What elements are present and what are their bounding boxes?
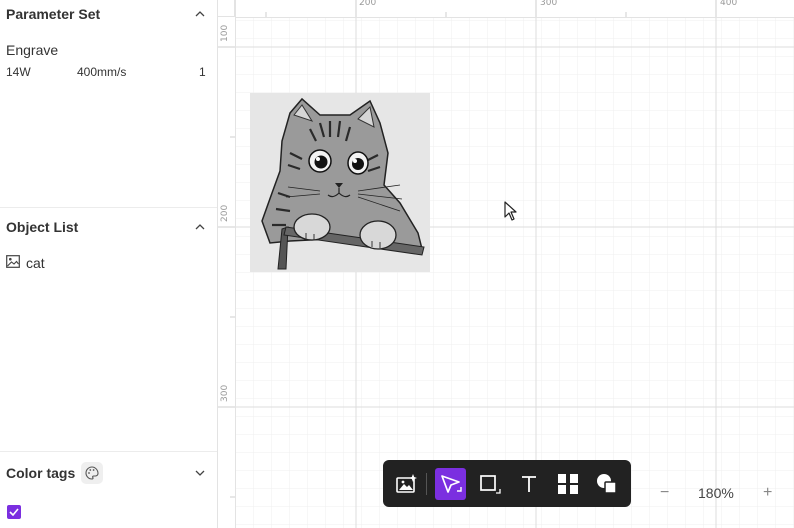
ruler-label: 200 [359, 0, 377, 8]
grid-shapes-icon [558, 473, 579, 494]
ruler-label: 300 [220, 384, 230, 402]
pointer-icon [440, 474, 462, 493]
ruler-label: 300 [540, 0, 558, 8]
rectangle-tool[interactable] [474, 468, 505, 500]
ruler-corner [218, 0, 235, 17]
chevron-up-icon[interactable] [193, 220, 207, 234]
object-list-item[interactable]: cat [6, 255, 45, 271]
object-label: cat [26, 255, 45, 271]
ruler-label: 400 [720, 0, 738, 8]
toolbar-separator [426, 472, 428, 495]
object-list-header: Object List [6, 219, 207, 235]
left-ruler: 100 200 300 [218, 0, 236, 528]
text-tool[interactable] [513, 468, 544, 500]
bottom-toolbar [383, 460, 631, 507]
mouse-cursor-icon [504, 201, 517, 221]
select-tool[interactable] [435, 467, 467, 500]
image-sparkle-icon [395, 473, 417, 493]
image-ai-tool[interactable] [391, 468, 422, 500]
palette-icon[interactable] [81, 462, 104, 484]
color-tag-checkbox[interactable] [7, 505, 21, 519]
parameter-power: 14W [6, 65, 31, 79]
shapes-icon [597, 473, 618, 494]
zoom-level[interactable]: 180% [698, 485, 734, 501]
chevron-up-icon[interactable] [193, 7, 207, 21]
rectangle-icon [480, 474, 501, 494]
image-icon [6, 255, 20, 271]
elements-tool[interactable] [553, 468, 584, 500]
parameter-set-title: Parameter Set [6, 6, 101, 22]
parameter-name[interactable]: Engrave [6, 42, 58, 58]
shapes-tool[interactable] [592, 468, 623, 500]
text-icon [522, 475, 537, 492]
design-canvas[interactable]: 200 300 400 100 200 300 − 180% + [218, 0, 794, 528]
parameter-speed: 400mm/s [77, 65, 127, 79]
divider [0, 207, 217, 208]
ruler-label: 200 [220, 204, 230, 222]
cat-image[interactable] [250, 93, 430, 272]
color-tags-title: Color tags [6, 465, 76, 481]
top-ruler: 200 300 400 [218, 0, 794, 18]
parameter-passes: 1 [199, 65, 206, 79]
chevron-down-icon[interactable] [193, 466, 207, 480]
ruler-label: 100 [220, 24, 230, 42]
zoom-out-button[interactable]: − [660, 484, 669, 502]
left-panel: Parameter Set Engrave 14W 400mm/s 1 Obje… [0, 0, 218, 528]
parameter-set-header: Parameter Set [6, 6, 207, 22]
divider [0, 451, 217, 452]
object-list-title: Object List [6, 219, 79, 235]
color-tags-header: Color tags [6, 462, 207, 484]
zoom-in-button[interactable]: + [763, 484, 772, 502]
